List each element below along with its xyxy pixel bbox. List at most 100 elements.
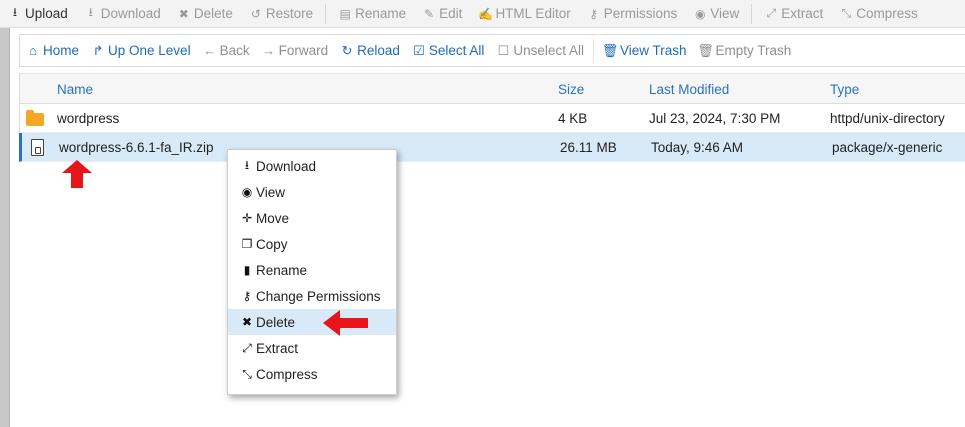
back-label: Back <box>219 43 250 58</box>
compress-icon: ⤡ <box>841 6 852 20</box>
red-arrow-left-icon <box>323 310 368 336</box>
select-all-button[interactable]: ☑ Select All <box>406 35 491 66</box>
context-menu-extract-label: Extract <box>256 340 299 356</box>
empty-trash-button[interactable]: 🗑 Empty Trash <box>693 35 798 66</box>
restore-button[interactable]: ↺ Restore <box>241 0 321 28</box>
context-menu-compress[interactable]: ⤡ Compress <box>228 361 396 387</box>
context-menu-delete[interactable]: ✖ Delete <box>228 309 396 335</box>
left-edge-bar <box>0 0 10 427</box>
html-editor-icon: ✍ <box>477 6 493 21</box>
eye-icon: ◉ <box>241 185 253 199</box>
permissions-label: Permissions <box>603 6 678 21</box>
download-label: Download <box>100 6 161 21</box>
key-icon: ⚷ <box>242 289 252 303</box>
arrow-right-icon: → <box>262 43 276 58</box>
download-icon: ⭳ <box>88 5 93 19</box>
column-header-name[interactable]: Name <box>57 74 93 105</box>
trash-icon: 🗑 <box>601 42 619 58</box>
level-up-icon: ↱ <box>92 42 104 58</box>
delete-label: Delete <box>193 6 233 21</box>
reload-button[interactable]: ↻ Reload <box>334 35 406 66</box>
copy-icon: ❐ <box>241 237 253 251</box>
zip-file-icon-cell <box>26 133 48 162</box>
edit-label: Edit <box>439 6 463 21</box>
folder-icon-cell <box>24 104 46 133</box>
back-button[interactable]: ← Back <box>197 35 256 66</box>
unselect-all-button[interactable]: ☐ Unselect All <box>490 35 590 66</box>
context-menu-rename[interactable]: ▮ Rename <box>228 257 396 283</box>
file-icon: ▤ <box>339 6 351 21</box>
checkbox-checked-icon: ☑ <box>413 42 425 58</box>
table-row[interactable]: wordpress 4 KB Jul 23, 2024, 7:30 PM htt… <box>20 104 965 133</box>
file-table: Name Size Last Modified Type wordpress 4… <box>19 73 965 162</box>
delete-button[interactable]: ✖ Delete <box>169 0 241 28</box>
restore-icon: ↺ <box>250 6 261 21</box>
context-menu-copy-label: Copy <box>256 236 288 252</box>
context-menu-copy[interactable]: ❐ Copy <box>228 231 396 257</box>
rename-label: Rename <box>355 6 407 21</box>
context-menu-download-label: Download <box>256 158 317 174</box>
arrow-left-icon: ← <box>203 43 217 58</box>
context-menu-compress-label: Compress <box>256 366 318 382</box>
table-header: Name Size Last Modified Type <box>20 73 965 104</box>
file-last-modified: Jul 23, 2024, 7:30 PM <box>649 111 781 126</box>
context-menu-change-permissions-label: Change Permissions <box>256 288 381 304</box>
column-header-last-modified[interactable]: Last Modified <box>649 74 729 105</box>
table-row-selected[interactable]: wordpress-6.6.1-fa_IR.zip 26.11 MB Today… <box>19 133 965 162</box>
forward-button[interactable]: → Forward <box>256 35 335 66</box>
main-toolbar: ⭳ Upload ⭳ Download ✖ Delete ↺ Restore ▤… <box>0 0 965 28</box>
toolbar-divider <box>325 3 327 24</box>
eye-icon: ◉ <box>694 6 706 21</box>
file-last-modified: Today, 9:46 AM <box>651 140 744 155</box>
trash-icon: 🗑 <box>697 42 714 58</box>
download-button[interactable]: ⭳ Download <box>76 0 169 28</box>
file-name[interactable]: wordpress <box>57 104 119 133</box>
extract-label: Extract <box>781 6 824 21</box>
view-trash-button[interactable]: 🗑 View Trash <box>597 35 693 66</box>
expand-icon: ⤢ <box>766 6 777 20</box>
zip-file-icon <box>30 139 44 156</box>
html-editor-button[interactable]: ✍ HTML Editor <box>470 0 578 28</box>
download-icon: ⭳ <box>244 157 250 172</box>
context-menu-move[interactable]: ✛ Move <box>228 205 396 231</box>
edit-button[interactable]: ✎ Edit <box>414 0 470 28</box>
file-size: 26.11 MB <box>560 140 617 155</box>
context-menu-download[interactable]: ⭳ Download <box>228 153 396 179</box>
home-button[interactable]: ⌂ Home <box>20 35 85 66</box>
context-menu-rename-label: Rename <box>256 262 308 278</box>
checkbox-empty-icon: ☐ <box>497 42 510 58</box>
column-header-size[interactable]: Size <box>558 74 584 105</box>
x-icon: ✖ <box>178 6 189 21</box>
view-button[interactable]: ◉ View <box>685 0 747 28</box>
home-icon: ⌂ <box>29 43 37 58</box>
upload-button[interactable]: ⭳ Upload <box>0 0 76 28</box>
context-menu: ⭳ Download ◉ View ✛ Move ❐ Copy ▮ Rename… <box>227 149 397 395</box>
context-menu-view[interactable]: ◉ View <box>228 179 396 205</box>
up-one-level-button[interactable]: ↱ Up One Level <box>85 35 197 66</box>
upload-icon: ⭳ <box>12 5 18 19</box>
select-all-label: Select All <box>428 43 485 58</box>
context-menu-delete-label: Delete <box>256 314 296 330</box>
view-label: View <box>710 6 740 21</box>
reload-icon: ↻ <box>341 42 353 58</box>
extract-button[interactable]: ⤢ Extract <box>756 0 831 28</box>
key-icon: ⚷ <box>589 6 599 21</box>
context-menu-move-label: Move <box>256 210 290 226</box>
x-icon: ✖ <box>241 315 253 329</box>
permissions-button[interactable]: ⚷ Permissions <box>579 0 686 28</box>
red-arrow-up-icon <box>62 160 92 188</box>
file-type: httpd/unix-directory <box>830 111 945 126</box>
navbar-divider <box>592 38 594 63</box>
toolbar-divider <box>751 3 753 24</box>
context-menu-extract[interactable]: ⤢ Extract <box>228 335 396 361</box>
file-icon: ▮ <box>243 263 251 277</box>
rename-button[interactable]: ▤ Rename <box>330 0 414 28</box>
context-menu-change-permissions[interactable]: ⚷ Change Permissions <box>228 283 396 309</box>
unselect-all-label: Unselect All <box>513 43 584 58</box>
compress-label: Compress <box>856 6 918 21</box>
column-header-type[interactable]: Type <box>830 74 859 105</box>
compress-button[interactable]: ⤡ Compress <box>831 0 926 28</box>
compress-icon: ⤡ <box>242 366 252 381</box>
file-name[interactable]: wordpress-6.6.1-fa_IR.zip <box>59 133 214 162</box>
context-menu-view-label: View <box>256 184 286 200</box>
